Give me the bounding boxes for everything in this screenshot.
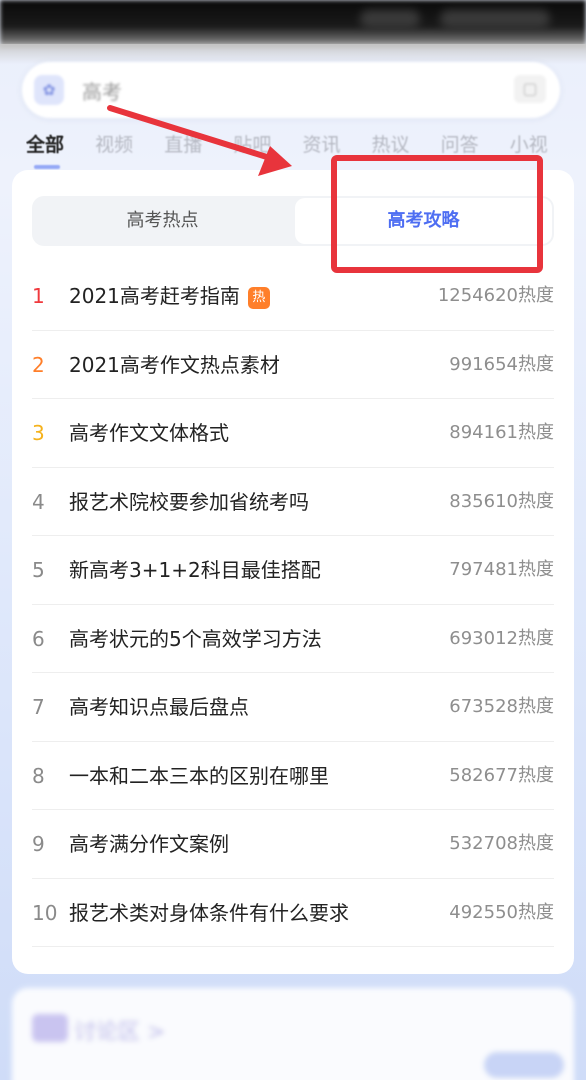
rank-number: 2: [32, 352, 45, 377]
item-title[interactable]: 高考作文文体格式: [69, 399, 229, 467]
tab-short-video[interactable]: 小视: [510, 130, 548, 157]
rank-number: 6: [32, 626, 45, 651]
rank-number: 10: [32, 900, 58, 925]
list-item[interactable]: 10 报艺术类对身体条件有什么要求 492550热度: [32, 879, 554, 947]
rank-number: 1: [32, 284, 45, 308]
tab-live[interactable]: 直播: [164, 130, 202, 157]
discussion-card[interactable]: 讨论区 >: [12, 988, 574, 1080]
item-title[interactable]: 报艺术类对身体条件有什么要求: [69, 879, 349, 947]
status-bar: [0, 0, 586, 48]
discussion-pill: [484, 1052, 564, 1078]
rank-number: 7: [32, 695, 45, 719]
rank-number: 4: [32, 489, 45, 514]
tab-qa[interactable]: 问答: [441, 130, 479, 157]
tab-tieba[interactable]: 贴吧: [233, 130, 271, 157]
list-item[interactable]: 1 2021高考赶考指南热 1254620热度: [32, 262, 554, 331]
heat-value: 673528热度: [449, 696, 554, 717]
item-title[interactable]: 报艺术院校要参加省统考吗: [69, 468, 309, 536]
rank-number: 8: [32, 763, 45, 788]
item-title[interactable]: 2021高考作文热点素材: [69, 331, 280, 399]
item-title[interactable]: 高考状元的5个高效学习方法: [69, 605, 322, 673]
heat-value: 532708热度: [449, 833, 554, 854]
list-item[interactable]: 2 2021高考作文热点素材 991654热度: [32, 331, 554, 399]
heat-value: 492550热度: [449, 901, 554, 923]
hot-badge-icon: 热: [247, 287, 270, 309]
heat-value: 693012热度: [449, 627, 554, 649]
heat-value: 797481热度: [449, 559, 554, 580]
tab-news[interactable]: 资讯: [302, 130, 340, 157]
category-tabs: 全部 视频 直播 贴吧 资讯 热议 问答 小视: [26, 130, 586, 164]
item-title[interactable]: 高考满分作文案例: [69, 810, 229, 878]
item-title[interactable]: 新高考3+1+2科目最佳搭配: [69, 536, 321, 604]
active-tab-indicator: [34, 165, 60, 169]
list-item[interactable]: 9 高考满分作文案例 532708热度: [32, 810, 554, 879]
list-item[interactable]: 7 高考知识点最后盘点 673528热度: [32, 673, 554, 742]
search-input[interactable]: 高考: [82, 76, 122, 105]
status-blob: [360, 10, 420, 28]
heat-value: 894161热度: [449, 422, 554, 443]
list-item[interactable]: 6 高考状元的5个高效学习方法 693012热度: [32, 605, 554, 673]
segment-gaokao-guide[interactable]: 高考攻略: [295, 198, 552, 244]
rank-number: 3: [32, 421, 45, 445]
hot-list: 1 2021高考赶考指南热 1254620热度 2 2021高考作文热点素材 9…: [32, 262, 554, 947]
heat-value: 582677热度: [449, 764, 554, 786]
segment-control: 高考热点 高考攻略: [32, 196, 554, 246]
item-title[interactable]: 2021高考赶考指南热: [69, 262, 270, 330]
search-bar[interactable]: ✿ 高考 ▢: [22, 62, 560, 118]
heat-value: 991654热度: [449, 353, 554, 375]
tab-discussion[interactable]: 热议: [372, 130, 410, 157]
list-item[interactable]: 5 新高考3+1+2科目最佳搭配 797481热度: [32, 536, 554, 605]
segment-gaokao-hot[interactable]: 高考热点: [32, 196, 293, 246]
heat-value: 835610热度: [449, 490, 554, 512]
list-item[interactable]: 8 一本和二本三本的区别在哪里 582677热度: [32, 742, 554, 810]
item-title[interactable]: 高考知识点最后盘点: [69, 673, 249, 741]
discussion-icon: [32, 1014, 68, 1042]
heat-value: 1254620热度: [437, 285, 554, 306]
list-item[interactable]: 3 高考作文文体格式 894161热度: [32, 399, 554, 468]
discussion-title[interactable]: 讨论区 >: [74, 1014, 165, 1046]
tab-video[interactable]: 视频: [95, 130, 133, 157]
hot-list-card: 高考热点 高考攻略 1 2021高考赶考指南热 1254620热度 2 2021…: [12, 170, 574, 974]
app-logo-icon: ✿: [34, 75, 64, 105]
item-title[interactable]: 一本和二本三本的区别在哪里: [69, 742, 329, 810]
status-blob: [440, 10, 550, 28]
list-item[interactable]: 4 报艺术院校要参加省统考吗 835610热度: [32, 468, 554, 536]
rank-number: 9: [32, 832, 45, 856]
status-fade: [0, 44, 586, 64]
rank-number: 5: [32, 558, 45, 582]
tab-all[interactable]: 全部: [26, 130, 64, 157]
camera-icon[interactable]: ▢: [514, 75, 546, 103]
